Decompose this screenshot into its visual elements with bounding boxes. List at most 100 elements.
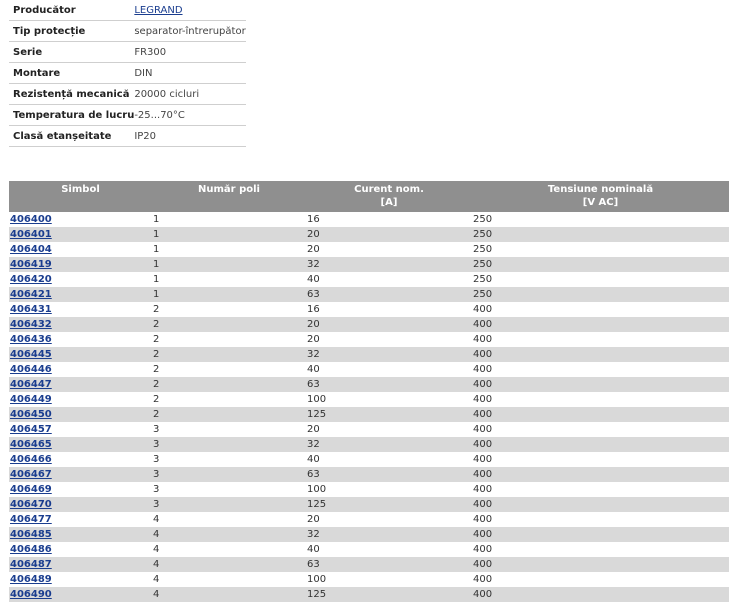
product-code-link[interactable]: 406467 (10, 469, 52, 480)
poles-cell: 4 (152, 557, 306, 572)
table-row: 406431 2 16 400 (9, 302, 729, 317)
product-code-link[interactable]: 406470 (10, 499, 52, 510)
current-cell: 40 (307, 544, 320, 555)
product-code-link[interactable]: 406465 (10, 439, 52, 450)
poles-cell: 2 (153, 334, 160, 345)
poles-cell: 1 (153, 274, 160, 285)
spec-row: Tip protecție separator-întrerupător (9, 20, 246, 42)
voltage-cell: 400 (472, 347, 729, 362)
table-row: 406450 2 125 400 (9, 407, 729, 422)
product-code-link[interactable]: 406477 (10, 514, 52, 525)
spec-label: Serie (9, 41, 135, 63)
product-code-link[interactable]: 406420 (10, 274, 52, 285)
spec-label: Tip protecție (9, 20, 135, 42)
table-row: 406487 4 63 400 (9, 557, 729, 572)
voltage-cell: 400 (472, 407, 729, 422)
table-row: 406401 1 20 250 (9, 227, 729, 242)
symbol-cell: 406449 (9, 392, 152, 407)
spec-label: Clasă etanșeitate (9, 125, 135, 147)
spec-value: LEGRAND (134, 0, 246, 21)
product-code-link[interactable]: 406485 (10, 529, 52, 540)
table-row: 406467 3 63 400 (9, 467, 729, 482)
current-cell: 16 (307, 214, 320, 225)
symbol-cell: 406420 (9, 272, 152, 287)
product-code-link[interactable]: 406431 (10, 304, 52, 315)
voltage-cell: 400 (472, 497, 729, 512)
poles-cell: 3 (152, 467, 306, 482)
symbol-cell: 406421 (9, 287, 152, 302)
poles-cell: 3 (153, 484, 160, 495)
product-code-link[interactable]: 406436 (10, 334, 52, 345)
symbol-cell: 406432 (9, 317, 152, 332)
product-code-link[interactable]: 406457 (10, 424, 52, 435)
table-row: 406465 3 32 400 (9, 437, 729, 452)
voltage-cell: 250 (472, 287, 729, 302)
specifications-body: Producător LEGRAND Tip protecție separator-… (9, 0, 246, 147)
spec-value: FR300 (134, 41, 246, 63)
current-cell: 32 (306, 437, 472, 452)
symbol-cell: 406465 (9, 437, 152, 452)
product-code-link[interactable]: 406446 (10, 364, 52, 375)
voltage-cell: 400 (473, 334, 493, 345)
table-row: 406490 4 125 400 (9, 587, 729, 602)
current-cell: 16 (307, 304, 320, 315)
spec-label: Producător (9, 0, 135, 21)
product-code-link[interactable]: 406419 (10, 259, 52, 270)
table-row: 406436 2 20 400 (9, 332, 729, 347)
product-code-link[interactable]: 406450 (10, 409, 52, 420)
product-code-link[interactable]: 406486 (10, 544, 52, 555)
symbol-cell: 406485 (9, 527, 152, 542)
poles-cell: 2 (153, 394, 160, 405)
header-voltage-unit: [V AC] (582, 197, 619, 208)
header-voltage[interactable]: Tensiune nominală [V AC] (472, 181, 729, 212)
spec-label: Rezistență mecanică (9, 83, 135, 105)
current-cell: 20 (307, 244, 320, 255)
table-row: 406485 4 32 400 (9, 527, 729, 542)
product-code-link[interactable]: 406466 (10, 454, 52, 465)
product-code-link[interactable]: 406432 (10, 319, 52, 330)
voltage-cell: 400 (473, 454, 493, 465)
voltage-cell: 400 (472, 467, 729, 482)
table-row: 406477 4 20 400 (9, 512, 729, 527)
product-code-link[interactable]: 406489 (10, 574, 52, 585)
header-current[interactable]: Curent nom. [A] (306, 181, 472, 212)
symbol-cell: 406469 (9, 482, 152, 497)
voltage-cell: 400 (473, 514, 493, 525)
current-cell: 20 (307, 424, 320, 435)
header-poles[interactable]: Număr poli (152, 181, 306, 212)
voltage-cell: 250 (473, 274, 493, 285)
specifications-table: Producător LEGRAND Tip protecție separator-… (9, 0, 246, 147)
product-code-link[interactable]: 406401 (10, 229, 52, 240)
product-code-link[interactable]: 406487 (10, 559, 52, 570)
product-code-link[interactable]: 406469 (10, 484, 52, 495)
spec-label: Temperatura de lucru (9, 104, 135, 126)
product-code-link[interactable]: 406400 (10, 214, 52, 225)
symbol-cell: 406490 (9, 587, 152, 602)
table-row: 406469 3 100 400 (9, 482, 729, 497)
products-body: 406400 1 16 250 406401 1 20 250 406404 1 20 250 4064… (9, 212, 729, 602)
spec-row: Serie FR300 (9, 41, 246, 63)
table-row: 406420 1 40 250 (9, 272, 729, 287)
symbol-cell: 406470 (9, 497, 152, 512)
product-code-link[interactable]: 406449 (10, 394, 52, 405)
symbol-cell: 406486 (9, 542, 152, 557)
voltage-cell: 400 (472, 527, 729, 542)
poles-cell: 3 (152, 437, 306, 452)
symbol-cell: 406419 (9, 257, 152, 272)
current-cell: 32 (306, 347, 472, 362)
poles-cell: 2 (152, 377, 306, 392)
poles-cell: 4 (153, 544, 160, 555)
poles-cell: 1 (152, 227, 306, 242)
product-code-link[interactable]: 406445 (10, 349, 52, 360)
product-code-link[interactable]: 406404 (10, 244, 52, 255)
product-code-link[interactable]: 406490 (10, 589, 52, 600)
poles-cell: 2 (153, 364, 160, 375)
product-code-link[interactable]: 406421 (10, 289, 52, 300)
voltage-cell: 250 (472, 227, 729, 242)
spec-row: Montare DIN (9, 62, 246, 84)
manufacturer-link[interactable]: LEGRAND (134, 5, 182, 16)
header-symbol[interactable]: Simbol (9, 181, 152, 212)
product-code-link[interactable]: 406447 (10, 379, 52, 390)
symbol-cell: 406446 (9, 362, 152, 377)
voltage-cell: 400 (472, 317, 729, 332)
